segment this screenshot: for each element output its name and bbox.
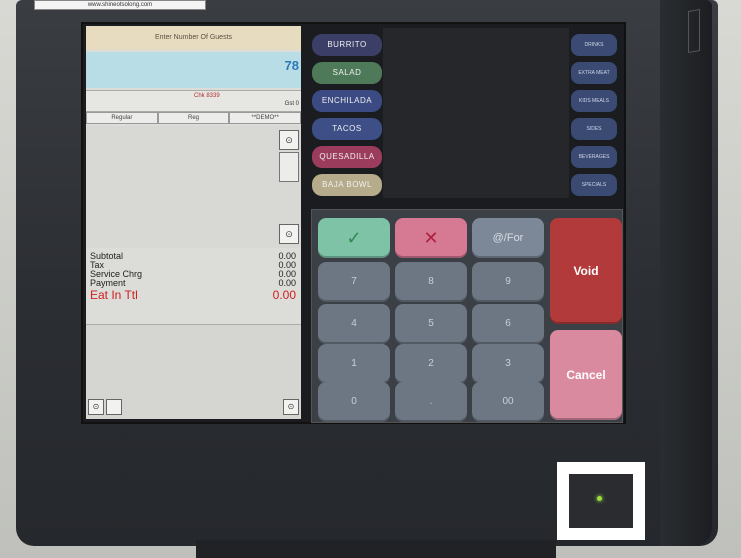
right-menu-kids-meals[interactable]: KIDS MEALS xyxy=(571,90,617,112)
menu-item-tacos[interactable]: TACOS xyxy=(312,118,382,140)
tab-regular[interactable]: Regular xyxy=(86,112,158,124)
tab-reg[interactable]: Reg xyxy=(157,112,230,124)
key-4[interactable]: 4 xyxy=(318,304,390,344)
numeric-keypad: ✓ ✕ @/For 7 8 9 4 5 6 1 2 3 0 . 00 Void … xyxy=(311,209,623,423)
right-menu-drinks[interactable]: DRINKS xyxy=(571,34,617,56)
guest-count-label: Gst 0 xyxy=(284,101,299,107)
confirm-check-icon[interactable]: ✓ xyxy=(318,218,390,258)
key-6[interactable]: 6 xyxy=(472,304,544,344)
guest-prompt: Enter Number Of Guests xyxy=(86,26,301,50)
at-for-button[interactable]: @/For xyxy=(472,218,544,258)
list-scrollbar-thumb[interactable] xyxy=(279,152,299,182)
key-7[interactable]: 7 xyxy=(318,262,390,302)
key-8[interactable]: 8 xyxy=(395,262,467,302)
totals-section: Subtotal 0.00 Tax 0.00 Service Chrg 0.00 Pa… xyxy=(90,252,298,322)
payment-list[interactable]: ⊙ ⊙ xyxy=(86,324,301,419)
scroll-right-icon[interactable]: ⊙ xyxy=(283,399,299,415)
cancel-button[interactable]: Cancel xyxy=(550,330,622,420)
terminal-stand xyxy=(196,540,556,558)
sticker-label: www.shineotsolong.com xyxy=(34,0,206,10)
right-menu-beverages[interactable]: BEVERAGES xyxy=(571,146,617,168)
void-button[interactable]: Void xyxy=(550,218,622,324)
key-9[interactable]: 9 xyxy=(472,262,544,302)
menu-display-area xyxy=(383,28,569,198)
power-led-icon xyxy=(597,496,602,501)
terminal-side-panel xyxy=(660,0,712,546)
order-panel: Enter Number Of Guests 78 Chk 8339 Gst 0… xyxy=(86,26,302,419)
key-2[interactable]: 2 xyxy=(395,344,467,384)
pos-screen: Enter Number Of Guests 78 Chk 8339 Gst 0… xyxy=(81,22,626,424)
key-0[interactable]: 0 xyxy=(318,382,390,422)
clear-x-icon[interactable]: ✕ xyxy=(395,218,467,258)
key-1[interactable]: 1 xyxy=(318,344,390,384)
indicator-panel xyxy=(569,474,633,528)
check-info-row: Chk 8339 Gst 0 xyxy=(86,90,301,112)
menu-category-list: BURRITO SALAD ENCHILADA TACOS QUESADILLA… xyxy=(312,34,382,202)
key-5[interactable]: 5 xyxy=(395,304,467,344)
guest-count-value: 78 xyxy=(284,58,299,73)
right-menu-extra-meat[interactable]: EXTRA MEAT xyxy=(571,62,617,84)
scroll-left-icon[interactable]: ⊙ xyxy=(88,399,104,415)
check-number: Chk 8339 xyxy=(194,93,220,99)
menu-item-burrito[interactable]: BURRITO xyxy=(312,34,382,56)
payment-row: Payment 0.00 xyxy=(90,278,296,288)
right-menu-sides[interactable]: SIDES xyxy=(571,118,617,140)
key-decimal[interactable]: . xyxy=(395,382,467,422)
subtotal-row: Subtotal 0.00 xyxy=(90,251,296,261)
horizontal-scroll-thumb[interactable] xyxy=(106,399,122,415)
right-menu-specials[interactable]: SPECIALS xyxy=(571,174,617,196)
order-type-tabs: Regular Reg **DEMO** xyxy=(86,112,302,124)
right-menu-list: DRINKS EXTRA MEAT KIDS MEALS SIDES BEVER… xyxy=(571,34,617,202)
scroll-up-icon[interactable]: ⊙ xyxy=(279,130,299,150)
menu-item-salad[interactable]: SALAD xyxy=(312,62,382,84)
scroll-down-icon[interactable]: ⊙ xyxy=(279,224,299,244)
menu-item-baja-bowl[interactable]: BAJA BOWL xyxy=(312,174,382,196)
key-double-zero[interactable]: 00 xyxy=(472,382,544,422)
order-item-list[interactable]: ⊙ ⊙ xyxy=(86,126,301,248)
key-3[interactable]: 3 xyxy=(472,344,544,384)
eat-in-total-row: Eat In Ttl 0.00 xyxy=(90,288,296,302)
menu-item-enchilada[interactable]: ENCHILADA xyxy=(312,90,382,112)
guest-count-input[interactable]: 78 xyxy=(86,52,301,88)
card-reader-slot xyxy=(688,8,700,54)
menu-item-quesadilla[interactable]: QUESADILLA xyxy=(312,146,382,168)
highlight-frame xyxy=(557,462,645,540)
tab-demo[interactable]: **DEMO** xyxy=(229,112,302,124)
